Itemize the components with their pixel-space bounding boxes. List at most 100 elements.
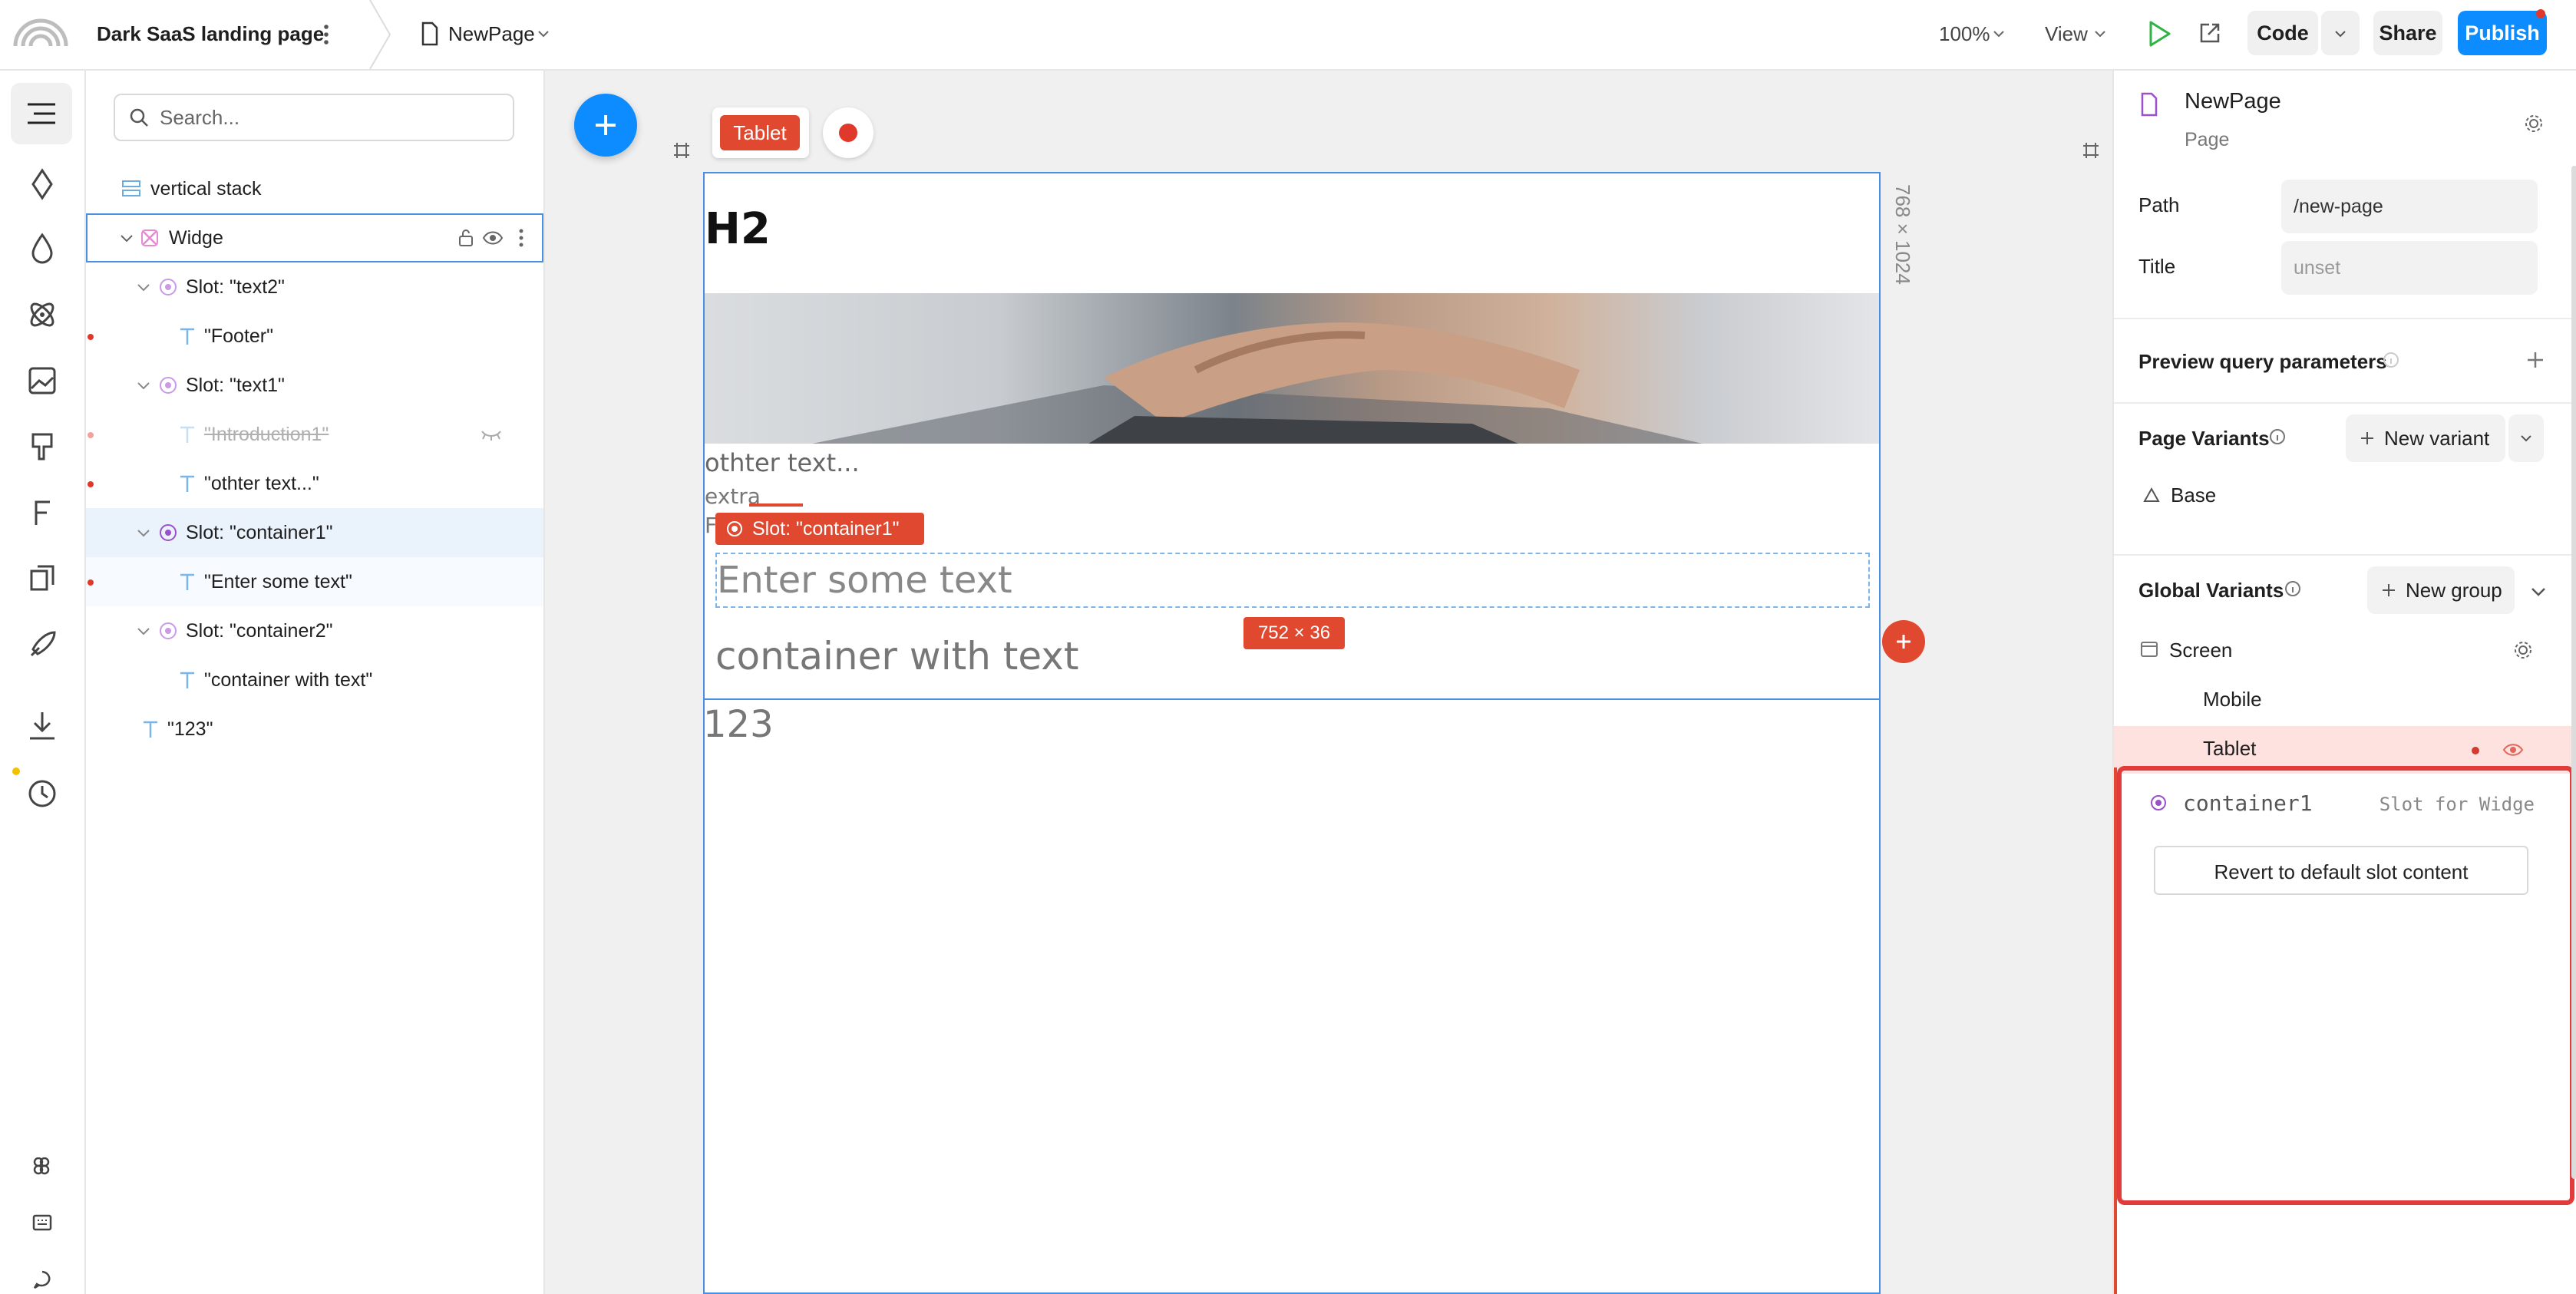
- code-dropdown-button[interactable]: [2321, 11, 2360, 55]
- layer-row-vertical-stack[interactable]: vertical stack: [86, 164, 543, 213]
- tablet-variant-badge[interactable]: Tablet: [720, 115, 800, 150]
- base-variant-label[interactable]: Base: [2171, 484, 2216, 507]
- atom-icon[interactable]: [24, 296, 61, 333]
- number-text[interactable]: 123: [703, 703, 774, 746]
- import-download-icon[interactable]: [24, 708, 61, 744]
- chevron-down-icon[interactable]: [118, 229, 135, 246]
- collapse-chevron-icon[interactable]: [2530, 583, 2547, 600]
- layer-row-slot-container1[interactable]: Slot: "container1": [86, 508, 543, 557]
- zoom-chevron-icon[interactable]: [1993, 28, 2005, 40]
- extra-underline: [749, 503, 803, 507]
- view-chevron-icon[interactable]: [2094, 28, 2106, 40]
- text-icon: [180, 426, 194, 443]
- slot-container1-tag[interactable]: Slot: "container1": [715, 513, 924, 545]
- layer-row-widge[interactable]: Widge: [86, 213, 543, 262]
- layer-label: "Footer": [204, 325, 274, 347]
- keyboard-icon[interactable]: [32, 1213, 52, 1233]
- properties-scrollbar[interactable]: [2571, 166, 2576, 1179]
- search-field[interactable]: Search...: [114, 94, 514, 141]
- chevron-down-icon[interactable]: [135, 524, 152, 541]
- history-clock-icon[interactable]: [24, 775, 61, 812]
- layer-row-slot-container2[interactable]: Slot: "container2": [86, 606, 543, 655]
- chevron-down-icon[interactable]: [135, 622, 152, 639]
- zoom-level[interactable]: 100%: [1939, 17, 1990, 51]
- artboard-frame[interactable]: H2 othter text... extra F Slot: "contain…: [703, 172, 1881, 1294]
- info-icon[interactable]: [2383, 352, 2399, 368]
- chevron-down-icon[interactable]: [537, 28, 550, 40]
- info-icon[interactable]: [2284, 580, 2301, 597]
- view-menu[interactable]: View: [2045, 17, 2088, 51]
- global-variants-label: Global Variants: [2138, 579, 2284, 602]
- images-icon[interactable]: [24, 362, 61, 399]
- share-button[interactable]: Share: [2373, 11, 2442, 55]
- play-icon[interactable]: [2146, 20, 2172, 48]
- path-label: Path: [2138, 193, 2180, 216]
- new-variant-button[interactable]: New variant: [2346, 414, 2505, 462]
- eye-icon[interactable]: [2502, 741, 2524, 758]
- new-variant-dropdown[interactable]: [2508, 414, 2544, 462]
- new-group-button[interactable]: New group: [2367, 566, 2515, 614]
- slot-icon: [160, 279, 177, 295]
- slot-for-label: Slot for Widge: [2379, 794, 2535, 815]
- layer-row-123-text[interactable]: "123": [86, 705, 543, 754]
- layer-row-othter-text[interactable]: "othter text...": [86, 459, 543, 508]
- layer-label: vertical stack: [150, 178, 262, 200]
- screen-group-label[interactable]: Screen: [2169, 639, 2232, 662]
- open-external-icon[interactable]: [2198, 21, 2221, 45]
- fonts-icon[interactable]: [24, 494, 61, 531]
- eye-closed-icon[interactable]: [481, 427, 502, 442]
- divider: [2114, 402, 2576, 404]
- layer-label: Slot: "container2": [186, 620, 333, 642]
- chevron-down-icon[interactable]: [135, 377, 152, 394]
- app-logo-icon[interactable]: [11, 11, 71, 58]
- components-icon[interactable]: [24, 166, 61, 203]
- layer-row-slot-text1[interactable]: Slot: "text1": [86, 361, 543, 410]
- project-menu-icon[interactable]: [321, 21, 332, 48]
- enter-some-text[interactable]: Enter some text: [717, 559, 1012, 602]
- insert-into-slot-button[interactable]: [1882, 620, 1925, 663]
- layer-row-introduction1-text[interactable]: "Introduction1": [86, 410, 543, 459]
- chat-bubble-icon[interactable]: [32, 1269, 52, 1289]
- layer-label: "Enter some text": [204, 571, 352, 593]
- layer-row-container-with-text[interactable]: "container with text": [86, 655, 543, 705]
- mobile-variant[interactable]: Mobile: [2203, 688, 2262, 711]
- frame-corner-icon[interactable]: [2082, 141, 2100, 160]
- deploy-rocket-icon[interactable]: [24, 626, 61, 663]
- more-options-icon[interactable]: [517, 227, 525, 249]
- add-query-param-icon[interactable]: [2525, 350, 2545, 370]
- figma-icon[interactable]: [32, 1157, 51, 1179]
- frame-corner-icon[interactable]: [672, 141, 691, 160]
- outline-tab[interactable]: [11, 83, 72, 144]
- lock-icon[interactable]: [457, 229, 474, 247]
- container-with-text[interactable]: container with text: [715, 634, 1078, 678]
- chevron-down-icon[interactable]: [135, 279, 152, 295]
- eye-icon[interactable]: [482, 229, 504, 247]
- title-input[interactable]: unset: [2281, 241, 2538, 295]
- record-button[interactable]: [823, 107, 874, 158]
- layer-row-slot-text2[interactable]: Slot: "text2": [86, 262, 543, 312]
- theme-brush-icon[interactable]: [24, 428, 61, 465]
- pages-icon[interactable]: [24, 560, 61, 597]
- hero-image[interactable]: [705, 293, 1879, 444]
- path-input[interactable]: /new-page: [2281, 180, 2538, 233]
- gear-icon[interactable]: [2524, 114, 2544, 134]
- layer-label: "123": [167, 718, 213, 740]
- layer-row-footer-text[interactable]: "Footer": [86, 312, 543, 361]
- other-text[interactable]: othter text...: [705, 448, 860, 477]
- gear-icon[interactable]: [2513, 640, 2533, 660]
- code-button[interactable]: Code: [2247, 11, 2318, 55]
- new-group-label: New group: [2406, 579, 2502, 602]
- slot-icon: [2151, 795, 2166, 810]
- publish-button[interactable]: Publish: [2458, 11, 2547, 55]
- record-dot-icon: [839, 124, 857, 142]
- text-icon: [180, 475, 194, 492]
- project-name[interactable]: Dark SaaS landing page: [97, 17, 324, 51]
- heading-h2[interactable]: H2: [705, 204, 771, 254]
- slot-container1-box[interactable]: Enter some text: [715, 553, 1870, 608]
- layer-row-enter-some-text[interactable]: "Enter some text": [86, 557, 543, 606]
- revert-slot-content-button[interactable]: Revert to default slot content: [2154, 846, 2528, 895]
- page-selector[interactable]: NewPage: [448, 17, 535, 51]
- info-icon[interactable]: [2269, 428, 2286, 445]
- styles-drop-icon[interactable]: [24, 230, 61, 267]
- add-element-button[interactable]: [574, 94, 637, 157]
